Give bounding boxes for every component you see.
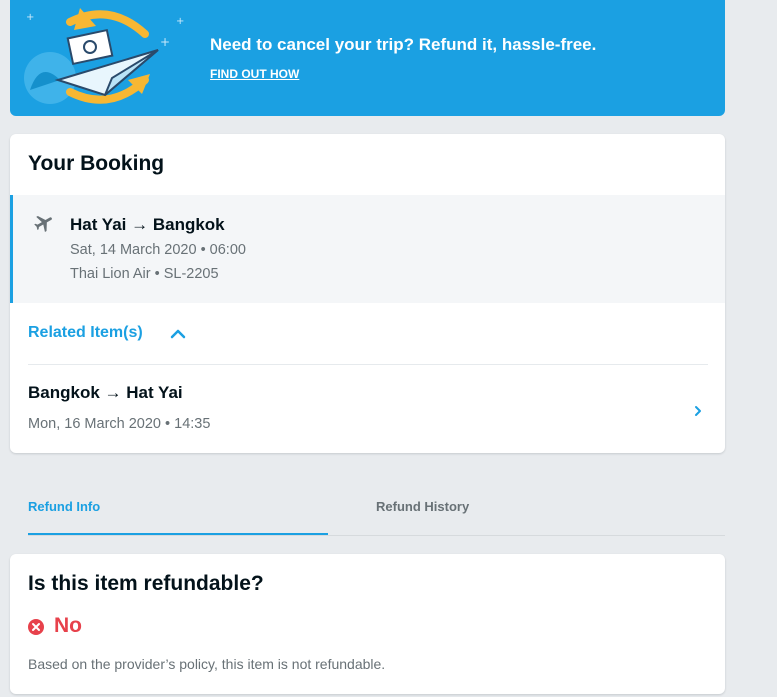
tab-label: Refund History	[376, 499, 470, 514]
refund-banner: + + + Need to cancel your trip? Refund i…	[10, 0, 725, 116]
refund-illustration-icon: + + +	[24, 8, 184, 104]
refund-description: Based on the provider’s policy, this ite…	[28, 656, 386, 672]
chevron-right-icon[interactable]	[694, 405, 702, 417]
related-item-route: Bangkok → Hat Yai	[28, 383, 183, 402]
tab-refund-history[interactable]: Refund History	[376, 480, 676, 535]
flight-date: Sat, 14 March 2020 • 06:00	[70, 242, 246, 258]
tab-refund-info[interactable]: Refund Info	[28, 480, 328, 535]
booking-title: Your Booking	[28, 152, 165, 175]
divider	[28, 535, 725, 536]
svg-text:+: +	[26, 12, 34, 23]
related-item[interactable]: Bangkok → Hat Yai Mon, 16 March 2020 • 1…	[10, 365, 725, 453]
related-item-date: Mon, 16 March 2020 • 14:35	[28, 416, 211, 432]
svg-text:+: +	[176, 16, 184, 27]
chevron-up-icon[interactable]	[170, 329, 186, 339]
refund-status-card: Is this item refundable? No Based on the…	[10, 554, 725, 694]
find-out-how-link[interactable]: FIND OUT HOW	[210, 67, 299, 81]
related-items-toggle[interactable]: Related Item(s)	[28, 324, 143, 342]
flight-airline: Thai Lion Air • SL-2205	[70, 266, 219, 282]
plane-icon	[34, 215, 52, 232]
banner-title: Need to cancel your trip? Refund it, has…	[210, 35, 597, 54]
refund-tabs: Refund Info Refund History	[10, 480, 725, 536]
flight-route: Hat Yai → Bangkok	[70, 215, 225, 234]
svg-text:+: +	[160, 35, 170, 49]
tab-label: Refund Info	[28, 499, 101, 514]
refundable-answer: No	[54, 614, 82, 637]
flight-item: Hat Yai → Bangkok Sat, 14 March 2020 • 0…	[10, 195, 725, 303]
no-icon	[28, 619, 44, 635]
refundable-question: Is this item refundable?	[28, 572, 264, 595]
booking-card: Your Booking Hat Yai → Bangkok Sat, 14 M…	[10, 134, 725, 453]
